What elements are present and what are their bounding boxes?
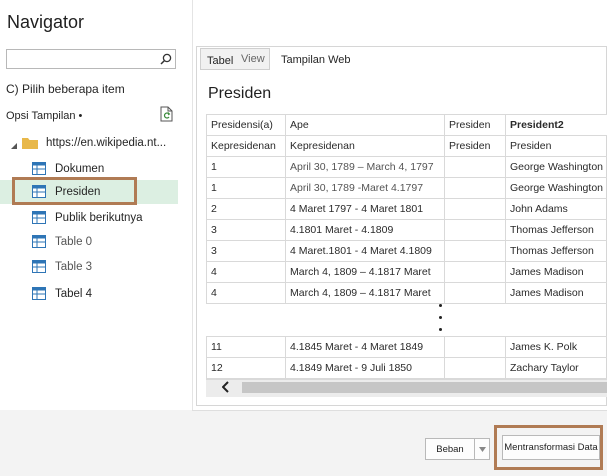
tree-root[interactable]: https://en.wikipedia.nt...: [0, 131, 178, 155]
table-cell: Thomas Jefferson: [506, 220, 607, 241]
tree-item-label: Dokumen: [55, 163, 104, 175]
tree-item-label: Table 0: [55, 236, 92, 248]
preview-title: Presiden: [208, 85, 271, 103]
tree-item-label: Publik berikutnya: [55, 212, 143, 224]
scrollbar-thumb[interactable]: [242, 382, 607, 393]
column-header[interactable]: Presidensi(a): [207, 115, 286, 136]
tree-item-tabel4[interactable]: Tabel 4: [0, 282, 178, 306]
table-icon: [32, 287, 46, 303]
table-row: 1 April 30, 1789 -Maret 4.1797 George Wa…: [207, 178, 607, 199]
preview-table: Presidensi(a) Ape Presiden President2 Ke…: [206, 114, 607, 302]
table-cell: [445, 337, 506, 358]
table-cell: 1: [207, 157, 286, 178]
tab-table-view[interactable]: Tabel View: [200, 48, 270, 70]
table-icon: [32, 211, 46, 227]
table-cell: 2: [207, 199, 286, 220]
table-cell: 4.1845 Maret - 4 Maret 1849: [286, 337, 445, 358]
table-row: 3 4.1801 Maret - 4.1809 Thomas Jefferson: [207, 220, 607, 241]
table-cell: 4 Maret 1797 - 4 Maret 1801: [286, 199, 445, 220]
load-button[interactable]: Beban: [425, 438, 475, 460]
table-cell: [445, 283, 506, 304]
table-cell: 3: [207, 220, 286, 241]
table-cell: 4 Maret.1801 - 4 Maret 4.1809: [286, 241, 445, 262]
table-cell: James K. Polk: [506, 337, 607, 358]
table-cell: 4: [207, 283, 286, 304]
tree-item-label: Table 3: [55, 261, 92, 273]
table-icon: [32, 162, 46, 178]
preview-table-bottom: 11 4.1845 Maret - 4 Maret 1849 James K. …: [206, 336, 607, 379]
table-icon: [32, 235, 46, 251]
table-cell: George Washington: [506, 157, 607, 178]
table-cell: Presiden: [506, 136, 607, 157]
tree-root-label: https://en.wikipedia.nt...: [46, 137, 166, 149]
column-header[interactable]: Ape: [286, 115, 445, 136]
tab-label: Tabel: [207, 55, 233, 67]
display-options-dropdown[interactable]: Opsi Tampilan •: [6, 110, 82, 122]
table-cell: March 4, 1809 – 4.1817 Maret: [286, 283, 445, 304]
table-row: 11 4.1845 Maret - 4 Maret 1849 James K. …: [207, 337, 607, 358]
table-cell: 1: [207, 178, 286, 199]
footer-left: [0, 410, 192, 475]
search-icon: [160, 53, 172, 65]
chevron-down-icon: [479, 447, 486, 452]
tab-web-view[interactable]: Tampilan Web: [281, 54, 351, 66]
refresh-icon[interactable]: [160, 106, 174, 125]
table-cell: 4.1849 Maret - 9 Juli 1850: [286, 358, 445, 379]
table-cell: [445, 262, 506, 283]
window-title: Navigator: [7, 12, 84, 33]
table-row: 2 4 Maret 1797 - 4 Maret 1801 John Adams: [207, 199, 607, 220]
tree-item-table3[interactable]: Table 3: [0, 255, 178, 279]
table-cell: [445, 220, 506, 241]
load-dropdown-button[interactable]: [474, 438, 490, 460]
table-row: 4 March 4, 1809 – 4.1817 Maret James Mad…: [207, 262, 607, 283]
tree-item-label: Tabel 4: [55, 288, 92, 300]
table-cell: 12: [207, 358, 286, 379]
table-row: 1 April 30, 1789 – March 4, 1797 George …: [207, 157, 607, 178]
pane-divider: [192, 0, 193, 410]
tree-item-table0[interactable]: Table 0: [0, 230, 178, 254]
search-input[interactable]: [6, 49, 176, 69]
column-header[interactable]: Presiden: [445, 115, 506, 136]
table-row: 12 4.1849 Maret - 9 Juli 1850 Zachary Ta…: [207, 358, 607, 379]
table-row: 4 March 4, 1809 – 4.1817 Maret James Mad…: [207, 283, 607, 304]
table-row: 3 4 Maret.1801 - 4 Maret 4.1809 Thomas J…: [207, 241, 607, 262]
tab-label-overlay: View: [241, 53, 265, 65]
table-cell: [445, 358, 506, 379]
table-cell: [445, 157, 506, 178]
table-cell: Kepresidenan: [207, 136, 286, 157]
table-cell: March 4, 1809 – 4.1817 Maret: [286, 262, 445, 283]
table-cell: Presiden: [445, 136, 506, 157]
table-cell: [445, 178, 506, 199]
table-cell: April 30, 1789 – March 4, 1797: [286, 157, 445, 178]
table-cell: James Madison: [506, 283, 607, 304]
table-icon: [32, 260, 46, 276]
table-cell: Thomas Jefferson: [506, 241, 607, 262]
table-cell: Kepresidenan: [286, 136, 445, 157]
select-multiple-checkbox[interactable]: C) Pilih beberapa item: [6, 82, 125, 96]
table-cell: [445, 199, 506, 220]
table-cell: 11: [207, 337, 286, 358]
scroll-left-icon[interactable]: [222, 381, 230, 396]
table-cell: 3: [207, 241, 286, 262]
table-cell: [445, 241, 506, 262]
table-cell: Zachary Taylor: [506, 358, 607, 379]
column-header[interactable]: President2: [506, 115, 607, 136]
table-cell: 4.1801 Maret - 4.1809: [286, 220, 445, 241]
highlight-box: [12, 177, 137, 205]
table-cell: James Madison: [506, 262, 607, 283]
folder-icon: [22, 136, 38, 152]
table-cell: 4: [207, 262, 286, 283]
table-cell: John Adams: [506, 199, 607, 220]
highlight-box: [494, 425, 603, 470]
collapse-triangle-icon[interactable]: [11, 140, 17, 152]
table-cell: George Washington: [506, 178, 607, 199]
table-cell: April 30, 1789 -Maret 4.1797: [286, 178, 445, 199]
tree-item-publik[interactable]: Publik berikutnya: [0, 206, 178, 230]
